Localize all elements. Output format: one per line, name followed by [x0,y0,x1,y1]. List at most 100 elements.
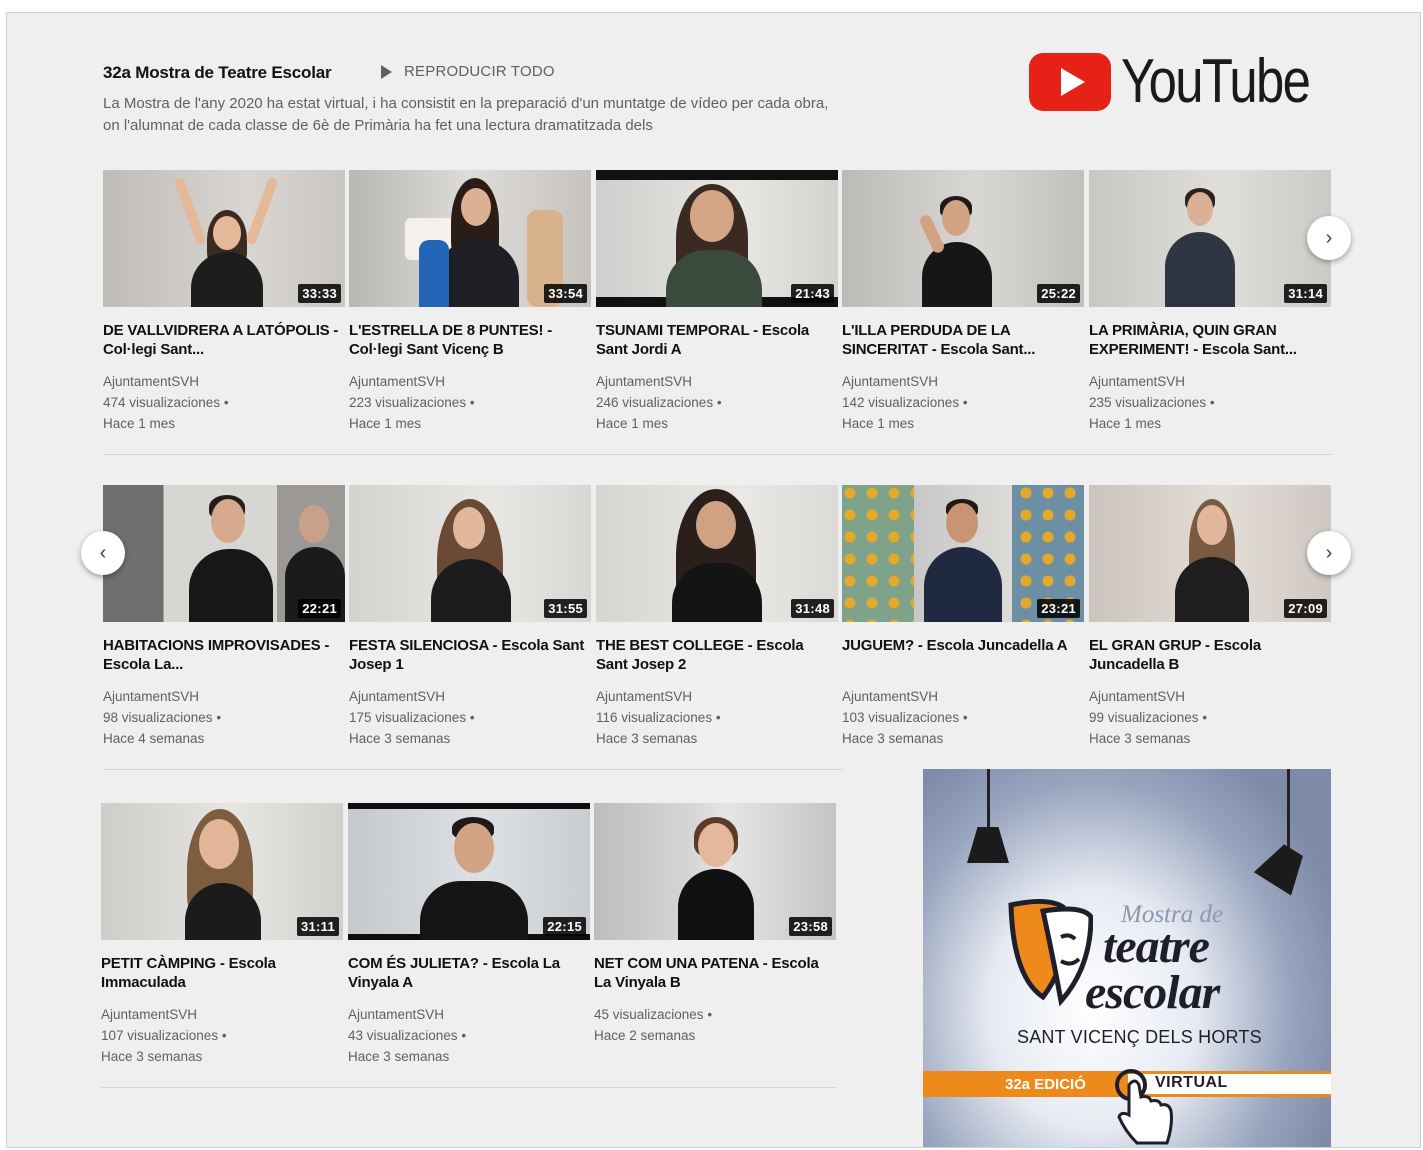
chevron-left-icon: ‹ [99,541,107,564]
duration-badge: 22:21 [298,599,341,618]
video-thumbnail[interactable]: 25:22 [842,170,1084,307]
view-count: 235 visualizaciones • [1089,395,1215,410]
video-title[interactable]: COM ÉS JULIETA? - Escola La Vinyala A [348,954,590,992]
video-title[interactable]: L'ILLA PERDUDA DE LA SINCERITAT - Escola… [842,321,1084,359]
channel-name[interactable]: AjuntamentSVH [349,371,591,392]
channel-name[interactable]: AjuntamentSVH [1089,686,1331,707]
playlist-panel: 32a Mostra de Teatre Escolar REPRODUCIR … [6,12,1421,1148]
video-card[interactable]: 23:21 JUGUEM? - Escola Juncadella A Ajun… [842,485,1084,749]
duration-badge: 23:21 [1037,599,1080,618]
upload-age: Hace 1 mes [596,416,669,431]
video-card[interactable]: 31:48 THE BEST COLLEGE - Escola Sant Jos… [596,485,838,749]
video-title[interactable]: DE VALLVIDRERA A LATÓPOLIS - Col·legi Sa… [103,321,345,359]
view-count: 223 visualizaciones • [349,395,475,410]
view-count: 43 visualizaciones • [348,1028,467,1043]
upload-age: Hace 3 semanas [348,1049,450,1064]
upload-age: Hace 1 mes [842,416,915,431]
upload-age: Hace 3 semanas [596,731,698,746]
video-thumbnail[interactable]: 22:21 [103,485,345,622]
video-card[interactable]: 31:14 LA PRIMÀRIA, QUIN GRAN EXPERIMENT!… [1089,170,1331,434]
duration-badge: 31:14 [1284,284,1327,303]
upload-age: Hace 3 semanas [101,1049,203,1064]
view-count: 142 visualizaciones • [842,395,968,410]
channel-name[interactable]: AjuntamentSVH [103,686,345,707]
poster-line-3: escolar [1085,966,1220,1019]
video-title[interactable]: PETIT CÀMPING - Escola Immaculada [101,954,343,992]
video-thumbnail[interactable]: 21:43 [596,170,838,307]
channel-name[interactable]: AjuntamentSVH [103,371,345,392]
video-title[interactable]: JUGUEM? - Escola Juncadella A [842,636,1084,674]
upload-age: Hace 3 semanas [1089,731,1191,746]
duration-badge: 31:11 [296,917,339,936]
channel-name[interactable]: AjuntamentSVH [842,371,1084,392]
duration-badge: 33:54 [544,284,587,303]
view-count: 107 visualizaciones • [101,1028,227,1043]
video-card[interactable]: 25:22 L'ILLA PERDUDA DE LA SINCERITAT - … [842,170,1084,434]
row-divider [103,454,1333,455]
view-count: 175 visualizaciones • [349,710,475,725]
video-title[interactable]: TSUNAMI TEMPORAL - Escola Sant Jordi A [596,321,838,359]
playlist-title[interactable]: 32a Mostra de Teatre Escolar [103,63,332,83]
prev-arrow-button[interactable]: ‹ [81,531,125,575]
row-divider [101,1087,837,1088]
video-thumbnail[interactable]: 31:14 [1089,170,1331,307]
video-title[interactable]: NET COM UNA PATENA - Escola La Vinyala B [594,954,836,992]
video-thumbnail[interactable]: 31:48 [596,485,838,622]
channel-name[interactable]: AjuntamentSVH [348,1004,590,1025]
channel-name[interactable]: AjuntamentSVH [101,1004,343,1025]
video-title[interactable]: HABITACIONS IMPROVISADES - Escola La... [103,636,345,674]
video-card[interactable]: 21:43 TSUNAMI TEMPORAL - Escola Sant Jor… [596,170,838,434]
view-count: 116 visualizaciones • [596,710,721,725]
upload-age: Hace 4 semanas [103,731,205,746]
upload-age: Hace 1 mes [1089,416,1162,431]
video-card[interactable]: 22:15 COM ÉS JULIETA? - Escola La Vinyal… [348,803,590,1067]
play-icon [381,64,392,79]
view-count: 246 visualizaciones • [596,395,722,410]
next-arrow-button[interactable]: › [1307,216,1351,260]
spotlight-icon [1254,838,1313,895]
view-count: 99 visualizaciones • [1089,710,1208,725]
video-card[interactable]: 33:33 DE VALLVIDRERA A LATÓPOLIS - Col·l… [103,170,345,434]
video-thumbnail[interactable]: 33:33 [103,170,345,307]
video-thumbnail[interactable]: 23:21 [842,485,1084,622]
video-title[interactable]: LA PRIMÀRIA, QUIN GRAN EXPERIMENT! - Esc… [1089,321,1331,359]
channel-name[interactable]: AjuntamentSVH [1089,371,1331,392]
video-title[interactable]: EL GRAN GRUP - Escola Juncadella B [1089,636,1331,674]
video-thumbnail[interactable]: 27:09 [1089,485,1331,622]
video-card[interactable]: 23:58 NET COM UNA PATENA - Escola La Vin… [594,803,836,1046]
view-count: 98 visualizaciones • [103,710,222,725]
video-thumbnail[interactable]: 31:55 [349,485,591,622]
video-thumbnail[interactable]: 23:58 [594,803,836,940]
channel-name[interactable]: AjuntamentSVH [842,686,1084,707]
duration-badge: 27:09 [1284,599,1327,618]
duration-badge: 23:58 [789,917,832,936]
youtube-wordmark: YouTube [1121,47,1311,116]
pointer-hand-icon [1115,1069,1173,1145]
channel-name[interactable]: AjuntamentSVH [349,686,591,707]
play-all-button[interactable]: REPRODUCIR TODO [381,63,555,80]
play-all-label: REPRODUCIR TODO [404,63,555,80]
youtube-logo: YouTube [1029,51,1351,113]
theatre-mask-icon [1008,899,1093,1007]
video-title[interactable]: THE BEST COLLEGE - Escola Sant Josep 2 [596,636,838,674]
poster-edition: 32a EDICIÓ [1005,1076,1086,1093]
channel-name[interactable]: AjuntamentSVH [596,371,838,392]
view-count: 474 visualizaciones • [103,395,229,410]
next-arrow-button[interactable]: › [1307,531,1351,575]
video-card[interactable]: 33:54 L'ESTRELLA DE 8 PUNTES! - Col·legi… [349,170,591,434]
chevron-right-icon: › [1325,541,1333,564]
video-card[interactable]: 31:11 PETIT CÀMPING - Escola Immaculada … [101,803,343,1067]
playlist-description: La Mostra de l'any 2020 ha estat virtual… [103,95,829,134]
video-thumbnail[interactable]: 22:15 [348,803,590,940]
video-card[interactable]: 31:55 FESTA SILENCIOSA - Escola Sant Jos… [349,485,591,749]
video-card[interactable]: 22:21 HABITACIONS IMPROVISADES - Escola … [103,485,345,749]
poster-place: SANT VICENÇ DELS HORTS [1017,1027,1262,1047]
video-thumbnail[interactable]: 33:54 [349,170,591,307]
video-card[interactable]: 27:09 EL GRAN GRUP - Escola Juncadella B… [1089,485,1331,749]
duration-badge: 22:15 [543,917,586,936]
channel-name[interactable]: AjuntamentSVH [596,686,838,707]
video-title[interactable]: L'ESTRELLA DE 8 PUNTES! - Col·legi Sant … [349,321,591,359]
upload-age: Hace 1 mes [103,416,176,431]
video-title[interactable]: FESTA SILENCIOSA - Escola Sant Josep 1 [349,636,591,674]
video-thumbnail[interactable]: 31:11 [101,803,343,940]
